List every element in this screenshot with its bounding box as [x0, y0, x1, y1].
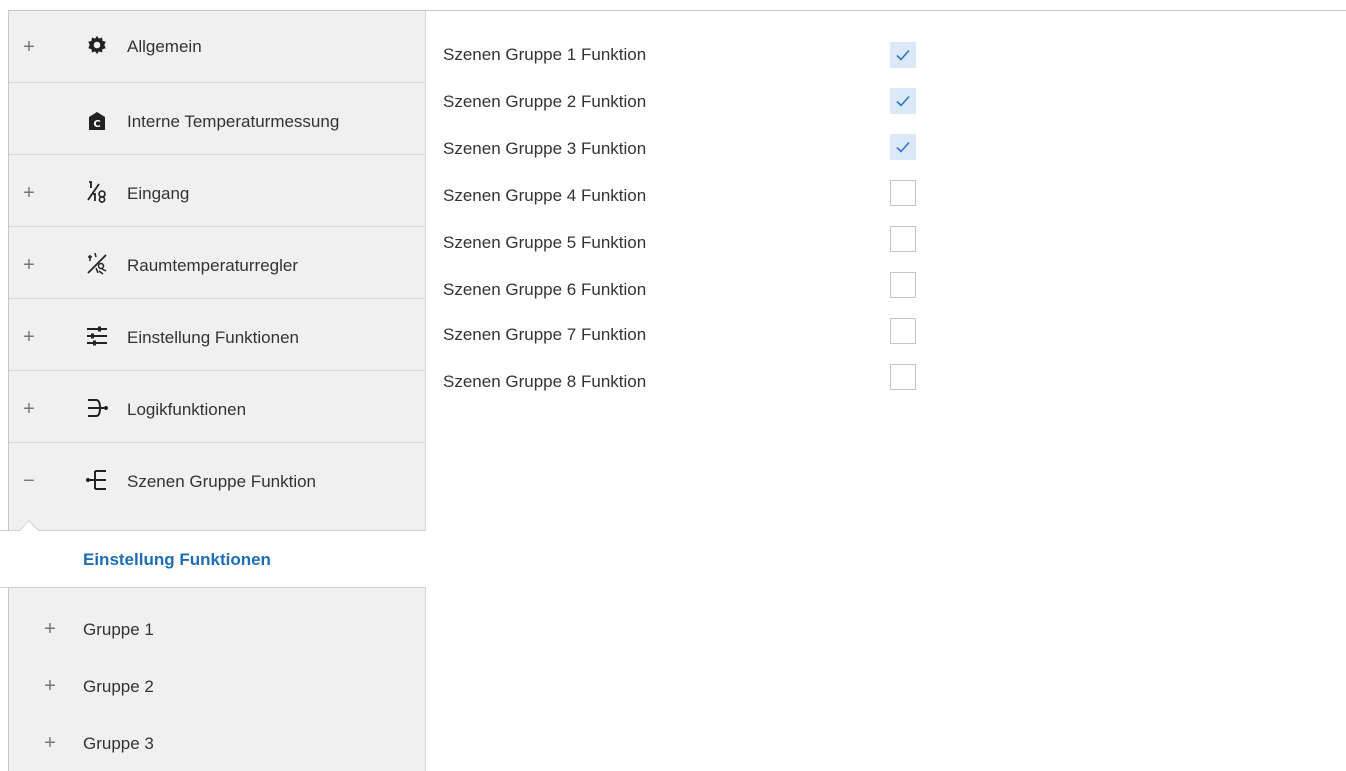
thermometer-box-icon: C	[84, 108, 110, 134]
sidebar-item-label: Szenen Gruppe Funktion	[127, 472, 317, 491]
sidebar-item-label: Einstellung Funktionen	[127, 328, 300, 347]
sidebar-item-szenen-gruppe-funktion[interactable]: − Szenen Gruppe Funktion	[9, 443, 426, 529]
sidebar-item-label: Interne Temperaturmessung	[127, 112, 340, 131]
logic-icon	[84, 395, 110, 421]
setting-row: Szenen Gruppe 8 Funktion	[443, 367, 943, 413]
expand-icon[interactable]: +	[22, 255, 36, 275]
sidebar-subitem-label: Einstellung Funktionen	[83, 550, 271, 569]
expand-icon[interactable]: +	[43, 619, 57, 639]
sidebar-item-einstellung-funktionen[interactable]: + Einstellung Funktionen	[9, 299, 426, 371]
sidebar-item-logikfunktionen[interactable]: + Logikfunktionen	[9, 371, 426, 443]
scene-group-7-checkbox[interactable]	[890, 318, 916, 344]
setting-label: Szenen Gruppe 7 Funktion	[443, 325, 647, 344]
setting-label: Szenen Gruppe 5 Funktion	[443, 233, 647, 252]
scene-group-1-checkbox[interactable]	[890, 42, 916, 68]
setting-row: Szenen Gruppe 3 Funktion	[443, 134, 943, 180]
sidebar-subitem-einstellung-funktionen[interactable]: Einstellung Funktionen	[0, 520, 426, 588]
sidebar-subitem-label: Gruppe 3	[83, 734, 154, 753]
scene-group-6-checkbox[interactable]	[890, 272, 916, 298]
setting-label: Szenen Gruppe 8 Funktion	[443, 372, 647, 391]
setting-row: Szenen Gruppe 4 Funktion	[443, 181, 943, 227]
setting-label: Szenen Gruppe 4 Funktion	[443, 186, 647, 205]
sidebar-item-label: Logikfunktionen	[127, 400, 247, 419]
room-temperature-icon	[84, 251, 110, 277]
scene-group-5-checkbox[interactable]	[890, 226, 916, 252]
sliders-icon	[84, 323, 110, 349]
setting-label: Szenen Gruppe 6 Funktion	[443, 280, 647, 299]
setting-row: Szenen Gruppe 1 Funktion	[443, 40, 943, 86]
scene-group-8-checkbox[interactable]	[890, 364, 916, 390]
setting-row: Szenen Gruppe 7 Funktion	[443, 320, 943, 366]
sidebar-subitem-label: Gruppe 1	[83, 620, 154, 639]
collapse-icon[interactable]: −	[22, 471, 36, 491]
checkmark-icon	[896, 49, 910, 61]
expand-icon[interactable]: +	[22, 327, 36, 347]
sidebar-subitem-gruppe-1[interactable]: + Gruppe 1	[0, 599, 417, 655]
sidebar-item-interne-temperaturmessung[interactable]: C Interne Temperaturmessung	[9, 83, 426, 155]
expand-icon[interactable]: +	[22, 183, 36, 203]
scene-group-3-checkbox[interactable]	[890, 134, 916, 160]
sidebar-subitem-gruppe-3[interactable]: + Gruppe 3	[0, 713, 417, 769]
sidebar-item-label: Eingang	[127, 184, 190, 203]
gear-icon	[84, 32, 110, 58]
expand-icon[interactable]: +	[43, 676, 57, 696]
sidebar-subitem-label: Gruppe 2	[83, 677, 154, 696]
svg-text:C: C	[93, 119, 100, 130]
expand-icon[interactable]: +	[43, 733, 57, 753]
scene-group-2-checkbox[interactable]	[890, 88, 916, 114]
setting-label: Szenen Gruppe 1 Funktion	[443, 45, 647, 64]
checkmark-icon	[896, 95, 910, 107]
setting-label: Szenen Gruppe 3 Funktion	[443, 139, 647, 158]
sidebar-item-eingang[interactable]: + Eingang	[9, 155, 426, 227]
sidebar-subitem-gruppe-2[interactable]: + Gruppe 2	[0, 656, 417, 712]
setting-row: Szenen Gruppe 6 Funktion	[443, 275, 943, 321]
scene-group-4-checkbox[interactable]	[890, 180, 916, 206]
sidebar-item-label: Allgemein	[127, 37, 202, 56]
setting-label: Szenen Gruppe 2 Funktion	[443, 92, 647, 111]
expand-icon[interactable]: +	[22, 37, 36, 57]
scene-group-icon	[84, 467, 110, 493]
input-icon	[84, 179, 110, 205]
setting-row: Szenen Gruppe 5 Funktion	[443, 228, 943, 274]
setting-row: Szenen Gruppe 2 Funktion	[443, 87, 943, 133]
sidebar-item-allgemein[interactable]: + Allgemein	[9, 11, 426, 83]
sidebar-item-raumtemperaturregler[interactable]: + Raumtemperaturregler	[9, 227, 426, 299]
expand-icon[interactable]: +	[22, 399, 36, 419]
checkmark-icon	[896, 141, 910, 153]
sidebar-item-label: Raumtemperaturregler	[127, 256, 299, 275]
